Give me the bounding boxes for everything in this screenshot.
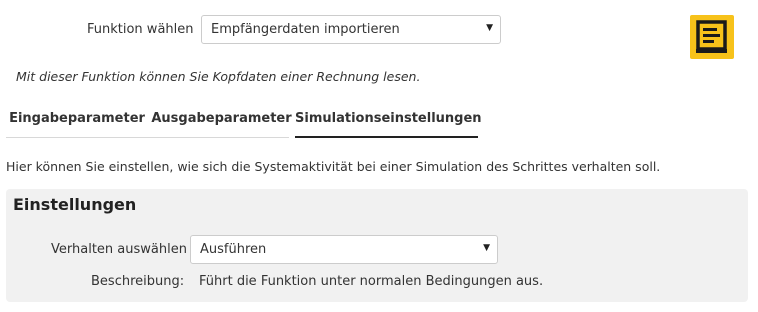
function-description: Mit dieser Funktion können Sie Kopfdaten…	[16, 69, 421, 84]
function-select-value: Empfängerdaten importieren	[211, 22, 400, 37]
tab-divider	[6, 137, 289, 138]
function-select[interactable]: Empfängerdaten importieren ▼	[201, 15, 501, 44]
simulation-info-text: Hier können Sie einstellen, wie sich die…	[6, 159, 661, 174]
description-value: Führt die Funktion unter normalen Beding…	[199, 274, 544, 289]
function-label: Funktion wählen	[87, 22, 194, 37]
settings-panel: Einstellungen Verhalten auswählen Ausfüh…	[6, 189, 748, 302]
chevron-down-icon: ▼	[486, 23, 493, 33]
tab-bar: Eingabeparameter Ausgabeparameter Simula…	[6, 100, 482, 138]
document-lines-icon	[690, 15, 734, 59]
function-row: Funktion wählen Empfängerdaten importier…	[0, 15, 758, 45]
behavior-select-value: Ausführen	[200, 242, 267, 257]
behavior-select[interactable]: Ausführen ▼	[190, 235, 498, 264]
tab-simulation-settings[interactable]: Simulationseinstellungen	[295, 100, 482, 138]
tab-output-parameters[interactable]: Ausgabeparameter	[148, 100, 295, 138]
tab-input-parameters[interactable]: Eingabeparameter	[6, 100, 148, 138]
chevron-down-icon: ▼	[483, 243, 490, 253]
description-label: Beschreibung:	[91, 274, 185, 289]
settings-title: Einstellungen	[13, 195, 137, 214]
behavior-label: Verhalten auswählen	[51, 242, 187, 257]
